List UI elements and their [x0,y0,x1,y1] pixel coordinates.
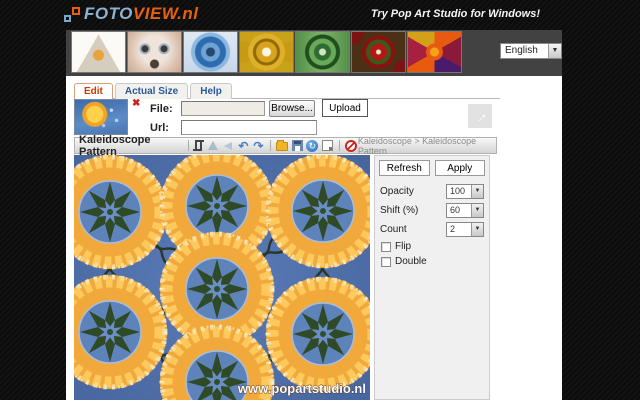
double-check-row: Double [381,256,483,267]
arrow-up-right-icon: → [469,105,492,128]
logo-blue-square [64,15,71,22]
pattern-thumb-triangle-flower[interactable] [72,32,125,72]
count-value: 2 [447,223,471,236]
kaleidoscope-image: www.popartstudio.nl [74,155,370,400]
cancel-icon[interactable] [345,139,358,152]
toolbar-separator [339,140,340,151]
tagline: Try Pop Art Studio for Windows! [371,8,540,20]
pattern-thumb-red-floral[interactable] [352,32,405,72]
language-select[interactable]: English ▼ [500,43,562,59]
double-checkbox-label: Double [395,256,427,267]
apply-button[interactable]: Apply [435,160,486,176]
logo-text: FOTOVIEW.nl [84,4,198,24]
pattern-thumb-cat-face[interactable] [128,32,181,72]
pattern-thumb-green-mosaic[interactable] [296,32,349,72]
toolbar-icons: ↶ ↷ ↻ [192,139,358,152]
breadcrumb: Kaleidoscope > Kaleidoscope Pattern [358,136,496,156]
flip-checkbox-label: Flip [395,241,411,252]
flip-checkbox[interactable] [381,242,391,252]
flip-horizontal-icon[interactable] [207,139,220,152]
source-image-thumbnail[interactable] [74,99,128,135]
pattern-thumb-gold-hexagon[interactable] [240,32,293,72]
refresh-web-icon[interactable]: ↻ [306,139,319,152]
upload-button[interactable]: Upload [322,99,368,117]
url-label: Url: [150,122,169,134]
shift-value: 60 [447,204,471,217]
editor-page: Edit Actual Size Help ✖ File: Browse... … [66,76,562,400]
opacity-value: 100 [447,185,471,198]
toolbar-separator [188,140,189,151]
logo-text-view: VIEW.nl [133,4,199,23]
pattern-thumb-blue-hexagon[interactable] [184,32,237,72]
rotate-right-icon[interactable]: ↷ [252,139,265,152]
panel-buttons: Refresh Apply [379,160,485,176]
file-input[interactable] [181,101,265,116]
chevron-down-icon[interactable]: ▼ [548,44,561,58]
toolbar-separator [270,140,271,151]
save-icon[interactable] [291,139,304,152]
browse-button[interactable]: Browse... [269,100,315,117]
fotoview-logo[interactable]: FOTOVIEW.nl [64,4,198,24]
language-selected-value: English [501,44,548,58]
pattern-thumbnail-band: English ▼ [66,30,562,76]
shift-row: Shift (%) 60 ▼ [380,203,484,218]
chevron-down-icon[interactable]: ▼ [471,204,483,217]
open-fullsize-button[interactable]: → [468,104,492,128]
tab-bar: Edit Actual Size Help [74,82,500,99]
file-label: File: [150,103,173,115]
app-window: FOTOVIEW.nl Try Pop Art Studio for Windo… [0,0,640,400]
flip-vertical-icon[interactable] [222,139,235,152]
opacity-row: Opacity 100 ▼ [380,184,484,199]
url-input[interactable] [181,120,317,135]
refresh-button[interactable]: Refresh [379,160,430,176]
remove-image-icon[interactable]: ✖ [132,98,140,109]
count-row: Count 2 ▼ [380,222,484,237]
pattern-controls-panel: Refresh Apply Opacity 100 ▼ Shift (%) 60… [374,155,490,400]
pattern-thumb-orange-purple[interactable] [408,32,461,72]
toolbar-title: Kaleidoscope Pattern [75,134,185,158]
count-label: Count [380,224,446,235]
chevron-down-icon[interactable]: ▼ [471,185,483,198]
pattern-thumbnails [72,32,461,72]
pattern-toolbar: Kaleidoscope Pattern ↶ ↷ ↻ Kaleidoscope … [74,137,497,154]
tab-help[interactable]: Help [190,83,232,99]
kaleidoscope-canvas: www.popartstudio.nl [74,155,370,400]
double-checkbox[interactable] [381,257,391,267]
tab-edit[interactable]: Edit [74,83,113,99]
logo-text-foto: FOTO [84,4,133,23]
resize-frame-icon[interactable] [321,139,334,152]
shift-select[interactable]: 60 ▼ [446,203,484,218]
watermark: www.popartstudio.nl [237,381,366,396]
flip-check-row: Flip [381,241,483,252]
tab-actual-size[interactable]: Actual Size [115,83,188,99]
logo-orange-square [72,7,80,15]
rotate-left-icon[interactable]: ↶ [237,139,250,152]
opacity-select[interactable]: 100 ▼ [446,184,484,199]
open-folder-icon[interactable] [276,139,289,152]
opacity-label: Opacity [380,186,446,197]
chevron-down-icon[interactable]: ▼ [471,223,483,236]
count-select[interactable]: 2 ▼ [446,222,484,237]
header: FOTOVIEW.nl Try Pop Art Studio for Windo… [0,0,640,30]
crop-icon[interactable] [192,139,205,152]
shift-label: Shift (%) [380,205,446,216]
logo-squares-icon [64,4,80,24]
